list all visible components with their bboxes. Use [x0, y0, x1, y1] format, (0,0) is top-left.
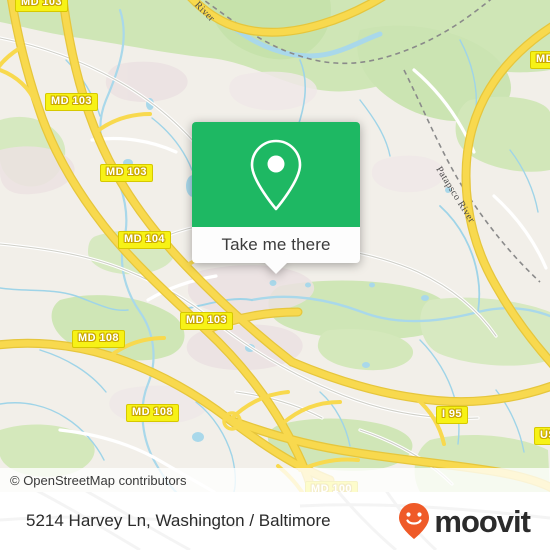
- attribution-text: © OpenStreetMap contributors: [10, 472, 187, 488]
- popup-card-image-area: [192, 122, 360, 227]
- road-shield-md103-top: MD 103: [15, 0, 68, 12]
- take-me-there-label: Take me there: [221, 235, 331, 254]
- road-shield-md104: MD 104: [118, 231, 171, 249]
- road-shield-md103-b: MD 103: [100, 164, 153, 182]
- road-shield-md-topright: MD: [530, 51, 550, 69]
- footer-bar: 5214 Harvey Ln, Washington / Baltimore m…: [0, 492, 550, 550]
- moovit-map-screen: MD 103 MD 103 MD 103 MD 104 MD 103 MD 10…: [0, 0, 550, 550]
- road-shield-i95: I 95: [436, 406, 468, 424]
- moovit-pin-logo-icon: [399, 503, 430, 539]
- road-shield-us-right: US: [534, 427, 550, 445]
- road-shield-md103-c: MD 103: [180, 312, 233, 330]
- popup-card-pointer: [264, 262, 288, 274]
- map-attribution: © OpenStreetMap contributors: [0, 468, 550, 492]
- road-shield-md103-a: MD 103: [45, 93, 98, 111]
- road-shield-md108-b: MD 108: [126, 404, 179, 422]
- map-pin-icon: [250, 139, 302, 210]
- destination-popup-card[interactable]: Take me there: [192, 122, 360, 274]
- address-label: 5214 Harvey Ln, Washington / Baltimore: [26, 511, 331, 530]
- popup-card-action-area[interactable]: Take me there: [192, 227, 360, 274]
- moovit-brand[interactable]: moovit: [397, 502, 550, 540]
- moovit-wordmark: moovit: [434, 503, 531, 539]
- road-shield-md108-a: MD 108: [72, 330, 125, 348]
